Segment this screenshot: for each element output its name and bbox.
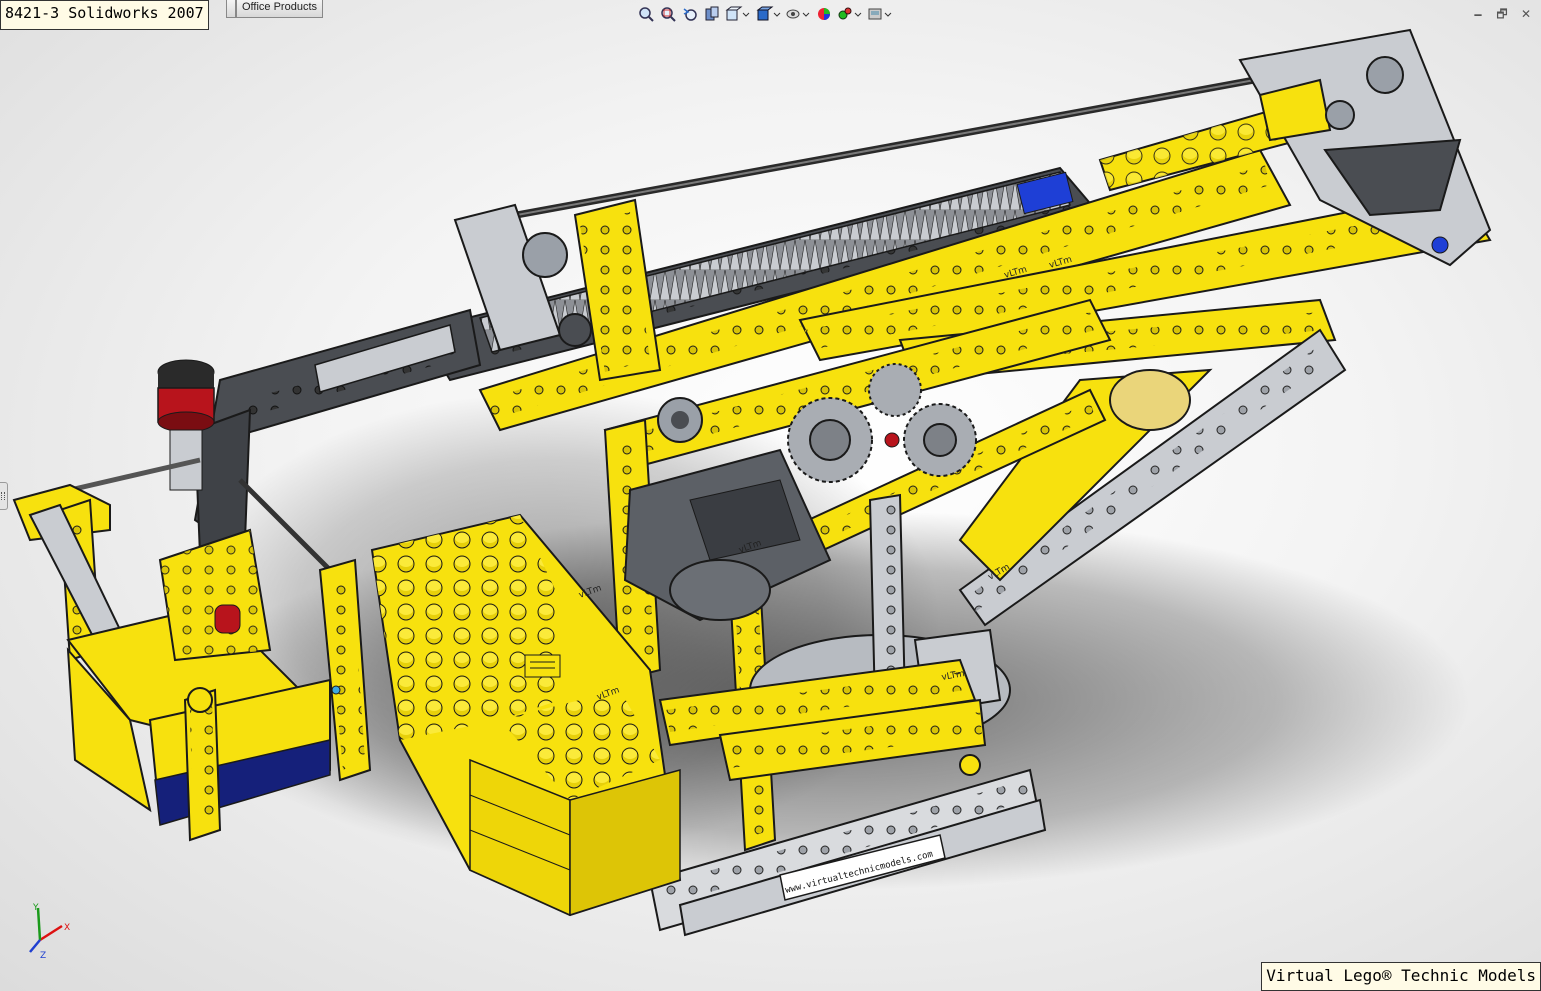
- triad-y-label: Y: [32, 903, 39, 913]
- reference-triad: X Y Z: [29, 903, 70, 960]
- view-orientation-icon[interactable]: [724, 4, 752, 24]
- heads-up-view-toolbar: [636, 3, 894, 25]
- view-settings-icon[interactable]: [866, 4, 894, 24]
- tab-hidden[interactable]: [226, 0, 236, 18]
- restore-button[interactable]: 🗗: [1493, 6, 1511, 22]
- panel-expand-handle[interactable]: [0, 482, 8, 510]
- model-render[interactable]: www.virtualtechnicmodels.com vLTm vLTm v…: [0, 0, 1541, 991]
- hide-show-items-icon[interactable]: [784, 4, 812, 24]
- apply-scene-icon[interactable]: [836, 4, 864, 24]
- display-style-icon[interactable]: [754, 4, 782, 24]
- zoom-to-fit-icon[interactable]: [636, 4, 656, 24]
- tab-office-products[interactable]: Office Products: [236, 0, 323, 18]
- watermark-label: Virtual Lego® Technic Models: [1261, 962, 1541, 991]
- minimize-button[interactable]: 🗕: [1469, 6, 1487, 22]
- section-view-icon[interactable]: [702, 4, 722, 24]
- window-controls: 🗕 🗗 ✕: [1469, 6, 1535, 22]
- triad-z-axis: [29, 939, 41, 953]
- triad-x-label: X: [64, 923, 70, 933]
- triad-z-label: Z: [40, 951, 46, 960]
- previous-view-icon[interactable]: [680, 4, 700, 24]
- zoom-to-area-icon[interactable]: [658, 4, 678, 24]
- grip-icon: [1, 492, 5, 500]
- triad-x-axis: [39, 924, 63, 942]
- close-button[interactable]: ✕: [1517, 6, 1535, 22]
- window-title: 8421-3 Solidworks 2007: [0, 0, 209, 30]
- command-manager-tabs: Office Products: [226, 0, 323, 18]
- graphics-area[interactable]: www.virtualtechnicmodels.com vLTm vLTm v…: [0, 0, 1541, 991]
- edit-appearance-icon[interactable]: [814, 4, 834, 24]
